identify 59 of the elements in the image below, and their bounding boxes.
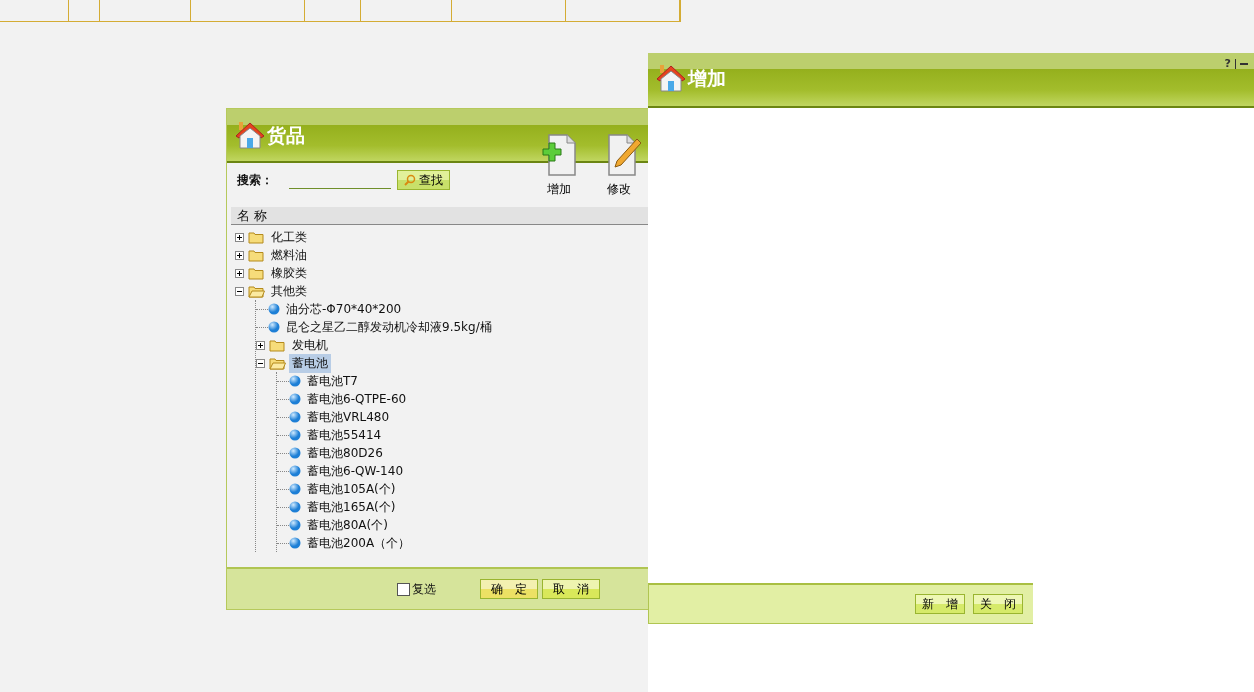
- folder-icon: [248, 284, 265, 298]
- search-icon: [404, 174, 416, 186]
- checkbox[interactable]: [396, 582, 410, 596]
- folder-icon: [248, 230, 265, 244]
- expand-icon[interactable]: [235, 268, 244, 278]
- item-icon: [268, 303, 280, 315]
- item-icon: [289, 375, 301, 387]
- tree-item[interactable]: 蓄电池: [289, 353, 331, 373]
- tree-item[interactable]: 发电机: [289, 335, 331, 355]
- tree-item[interactable]: 蓄电池105A(个): [304, 479, 399, 499]
- help-button[interactable]: ?: [1224, 57, 1231, 70]
- tree-item[interactable]: 蓄电池80A(个): [304, 515, 391, 535]
- toolbar-button[interactable]: 增加: [537, 133, 581, 198]
- folder-icon: [248, 266, 265, 280]
- folder-icon: [248, 248, 265, 262]
- dialog-button[interactable]: 新 增: [915, 594, 965, 614]
- tree-item[interactable]: 蓄电池6-QTPE-60: [304, 389, 410, 409]
- dialog-button[interactable]: 取 消: [541, 579, 600, 599]
- tree-item[interactable]: 蓄电池165A(个): [304, 497, 399, 517]
- tree-item[interactable]: 其他类: [268, 281, 310, 301]
- item-icon: [268, 321, 280, 333]
- collapse-icon[interactable]: [256, 358, 265, 368]
- item-icon: [289, 447, 301, 459]
- folder-icon: [269, 338, 286, 352]
- tree-item[interactable]: 蓄电池T7: [304, 371, 361, 391]
- tree-item[interactable]: 蓄电池200A（个）: [304, 533, 414, 553]
- dialog-button[interactable]: 关 闭: [973, 594, 1023, 614]
- tree-item[interactable]: 化工类: [268, 227, 310, 247]
- tree-item[interactable]: 燃料油: [268, 245, 310, 265]
- tree-item[interactable]: 蓄电池55414: [304, 425, 385, 445]
- tree-item[interactable]: 蓄电池6-QW-140: [304, 461, 407, 481]
- house-icon: [235, 121, 265, 149]
- tree-item[interactable]: 蓄电池VRL480: [304, 407, 393, 427]
- tree-item[interactable]: 昆仑之星乙二醇发动机冷却液9.5kg/桶: [283, 317, 495, 337]
- toolbar-button[interactable]: 修改: [597, 133, 641, 198]
- search-label: 搜索：: [237, 171, 273, 189]
- column-header: 名 称: [231, 207, 649, 225]
- dialog-button[interactable]: 确 定: [479, 579, 538, 599]
- search-button[interactable]: 查找: [397, 170, 450, 190]
- item-icon: [289, 483, 301, 495]
- item-icon: [289, 465, 301, 477]
- folder-icon: [269, 356, 286, 370]
- item-icon: [289, 429, 301, 441]
- item-icon: [289, 537, 301, 549]
- window-title: 增加: [688, 66, 726, 91]
- collapse-icon[interactable]: [235, 286, 244, 296]
- expand-icon[interactable]: [235, 232, 244, 242]
- house-icon: [656, 64, 686, 92]
- checkbox-label: 复选: [411, 580, 436, 598]
- tree-item[interactable]: 油分芯-Φ70*40*200: [283, 299, 405, 319]
- item-icon: [289, 393, 301, 405]
- tree-item[interactable]: 橡胶类: [268, 263, 310, 283]
- tree-item[interactable]: 蓄电池80D26: [304, 443, 386, 463]
- expand-icon[interactable]: [256, 340, 265, 350]
- expand-icon[interactable]: [235, 250, 244, 260]
- item-icon: [289, 501, 301, 513]
- item-icon: [289, 519, 301, 531]
- item-icon: [289, 411, 301, 423]
- window-title: 货品: [267, 123, 305, 148]
